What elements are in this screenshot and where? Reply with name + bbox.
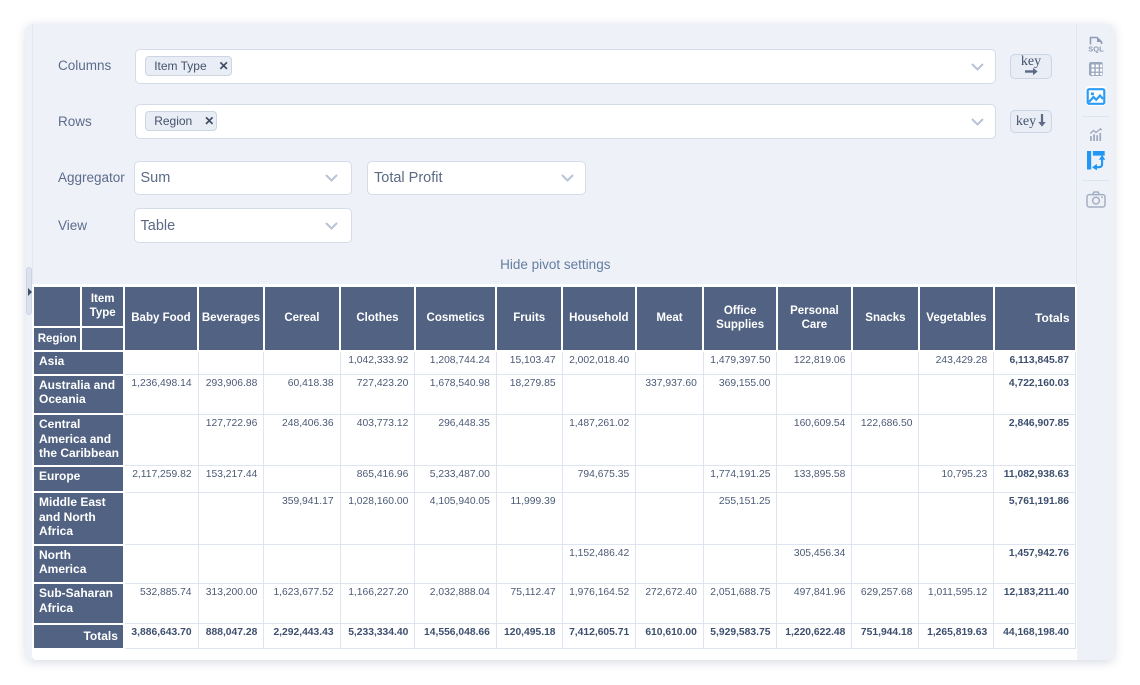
svg-text:SQL: SQL bbox=[1088, 45, 1104, 54]
